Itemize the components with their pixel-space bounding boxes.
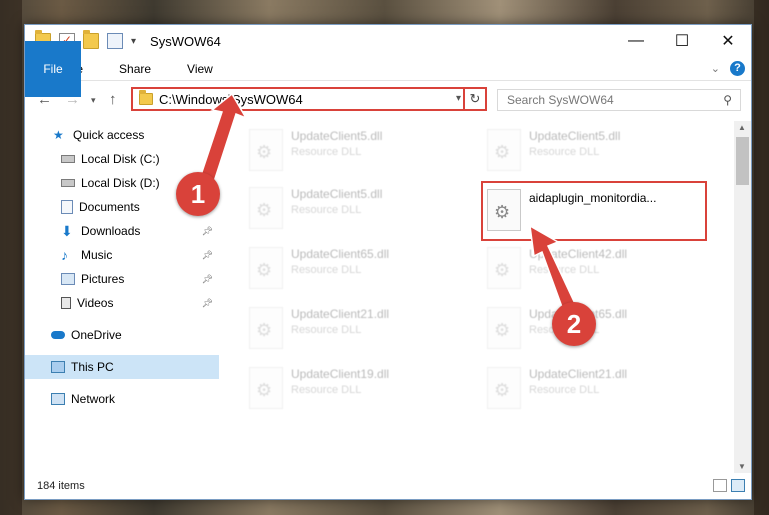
cloud-icon — [51, 331, 65, 339]
scrollbar-thumb[interactable] — [736, 137, 749, 185]
status-bar: 184 items — [25, 473, 751, 499]
pictures-icon — [61, 273, 75, 285]
file-item[interactable]: UpdateClient21.dllResource DLL — [249, 303, 473, 359]
recent-locations-icon[interactable]: ▾ — [91, 95, 96, 106]
help-icon[interactable]: ? — [730, 61, 745, 76]
maximize-button[interactable]: ☐ — [659, 25, 705, 57]
pin-icon[interactable]: 📌︎ — [202, 250, 213, 261]
sidebar-item-local-disk-c[interactable]: Local Disk (C:) — [25, 147, 219, 171]
refresh-icon[interactable]: ↻ — [463, 87, 485, 111]
computer-icon — [51, 361, 65, 373]
search-box[interactable]: Search SysWOW64 ⚲ — [497, 89, 741, 111]
scroll-up-icon[interactable]: ▲ — [738, 123, 746, 132]
address-dropdown-icon[interactable]: ▾ — [456, 93, 461, 104]
tab-view[interactable]: View — [173, 57, 227, 81]
sidebar-item-downloads[interactable]: ⬇ Downloads 📌︎ — [25, 219, 219, 243]
dll-file-icon — [487, 307, 521, 349]
expand-ribbon-icon[interactable]: ⌄ — [711, 62, 720, 75]
pin-icon[interactable]: 📌︎ — [202, 298, 213, 309]
tab-share[interactable]: Share — [105, 57, 165, 81]
sidebar-item-videos[interactable]: Videos 📌︎ — [25, 291, 219, 315]
address-bar[interactable]: C:\Windows\SysWOW64 ▾ ↻ — [131, 87, 487, 111]
sidebar-item-this-pc[interactable]: This PC — [25, 355, 219, 379]
item-count: 184 items — [37, 480, 85, 492]
back-arrow-icon[interactable]: ← — [37, 91, 52, 108]
minimize-button[interactable]: — — [613, 25, 659, 57]
details-view-icon[interactable] — [713, 479, 727, 492]
pin-icon[interactable]: 📌︎ — [202, 226, 213, 237]
search-placeholder: Search SysWOW64 — [507, 93, 614, 107]
file-item[interactable]: UpdateClient21.dllResource DLL — [487, 363, 711, 419]
sidebar-item-quick-access[interactable]: ★ Quick access — [25, 123, 219, 147]
search-icon[interactable]: ⚲ — [723, 93, 732, 107]
title-bar: ✓ ▾ SysWOW64 — ☐ ✕ — [25, 25, 751, 57]
file-item[interactable]: UpdateClient5.dllResource DLL — [249, 125, 473, 181]
customize-toolbar-icon[interactable] — [107, 33, 123, 49]
file-highlight-box — [481, 181, 707, 241]
new-folder-icon[interactable] — [83, 30, 99, 49]
toolbar-dropdown-icon[interactable]: ▾ — [131, 36, 136, 47]
download-icon: ⬇ — [61, 223, 73, 239]
music-icon: ♪ — [61, 247, 68, 263]
ribbon-tabs: File Home Share View ⌄ ? — [25, 40, 751, 97]
dll-file-icon — [487, 247, 521, 289]
sidebar-item-onedrive[interactable]: OneDrive — [25, 323, 219, 347]
network-icon — [51, 393, 65, 405]
navigation-row: ← → ▾ ↑ C:\Windows\SysWOW64 ▾ ↻ Search S… — [25, 83, 751, 117]
dll-file-icon — [487, 129, 521, 171]
up-arrow-icon[interactable]: ↑ — [109, 91, 117, 108]
file-item[interactable]: UpdateClient5.dllResource DLL — [249, 183, 473, 239]
scroll-down-icon[interactable]: ▼ — [738, 462, 746, 471]
sidebar-item-network[interactable]: Network — [25, 387, 219, 411]
videos-icon — [61, 297, 71, 309]
close-button[interactable]: ✕ — [705, 25, 751, 57]
file-item[interactable]: UpdateClient42.dllResource DLL — [487, 243, 711, 299]
explorer-window: ✓ ▾ SysWOW64 — ☐ ✕ File Home Share View … — [24, 24, 752, 500]
callout-badge-1: 1 — [176, 172, 220, 216]
sidebar-item-music[interactable]: ♪ Music 📌︎ — [25, 243, 219, 267]
window-title: SysWOW64 — [150, 33, 221, 49]
address-folder-icon — [139, 90, 153, 105]
documents-icon — [61, 200, 73, 214]
dll-file-icon — [249, 187, 283, 229]
dll-file-icon — [249, 129, 283, 171]
dll-file-icon — [487, 367, 521, 409]
file-item[interactable]: UpdateClient5.dllResource DLL — [487, 125, 711, 181]
vertical-scrollbar[interactable]: ▲ ▼ — [734, 121, 751, 473]
file-list: UpdateClient5.dllResource DLL UpdateClie… — [223, 121, 733, 473]
dll-file-icon — [249, 367, 283, 409]
dll-file-icon — [249, 247, 283, 289]
drive-icon — [61, 155, 75, 163]
sidebar-item-pictures[interactable]: Pictures 📌︎ — [25, 267, 219, 291]
file-item[interactable]: UpdateClient19.dllResource DLL — [249, 363, 473, 419]
file-item[interactable]: UpdateClient65.dllResource DLL — [249, 243, 473, 299]
file-item[interactable]: UpdateClient65.dllResource DLL — [487, 303, 711, 359]
forward-arrow-icon[interactable]: → — [65, 91, 80, 108]
large-icons-view-icon[interactable] — [731, 479, 745, 492]
drive-icon — [61, 179, 75, 187]
pin-icon[interactable]: 📌︎ — [202, 274, 213, 285]
callout-badge-2: 2 — [552, 302, 596, 346]
dll-file-icon — [249, 307, 283, 349]
address-path[interactable]: C:\Windows\SysWOW64 — [159, 92, 303, 107]
star-icon: ★ — [53, 128, 64, 142]
